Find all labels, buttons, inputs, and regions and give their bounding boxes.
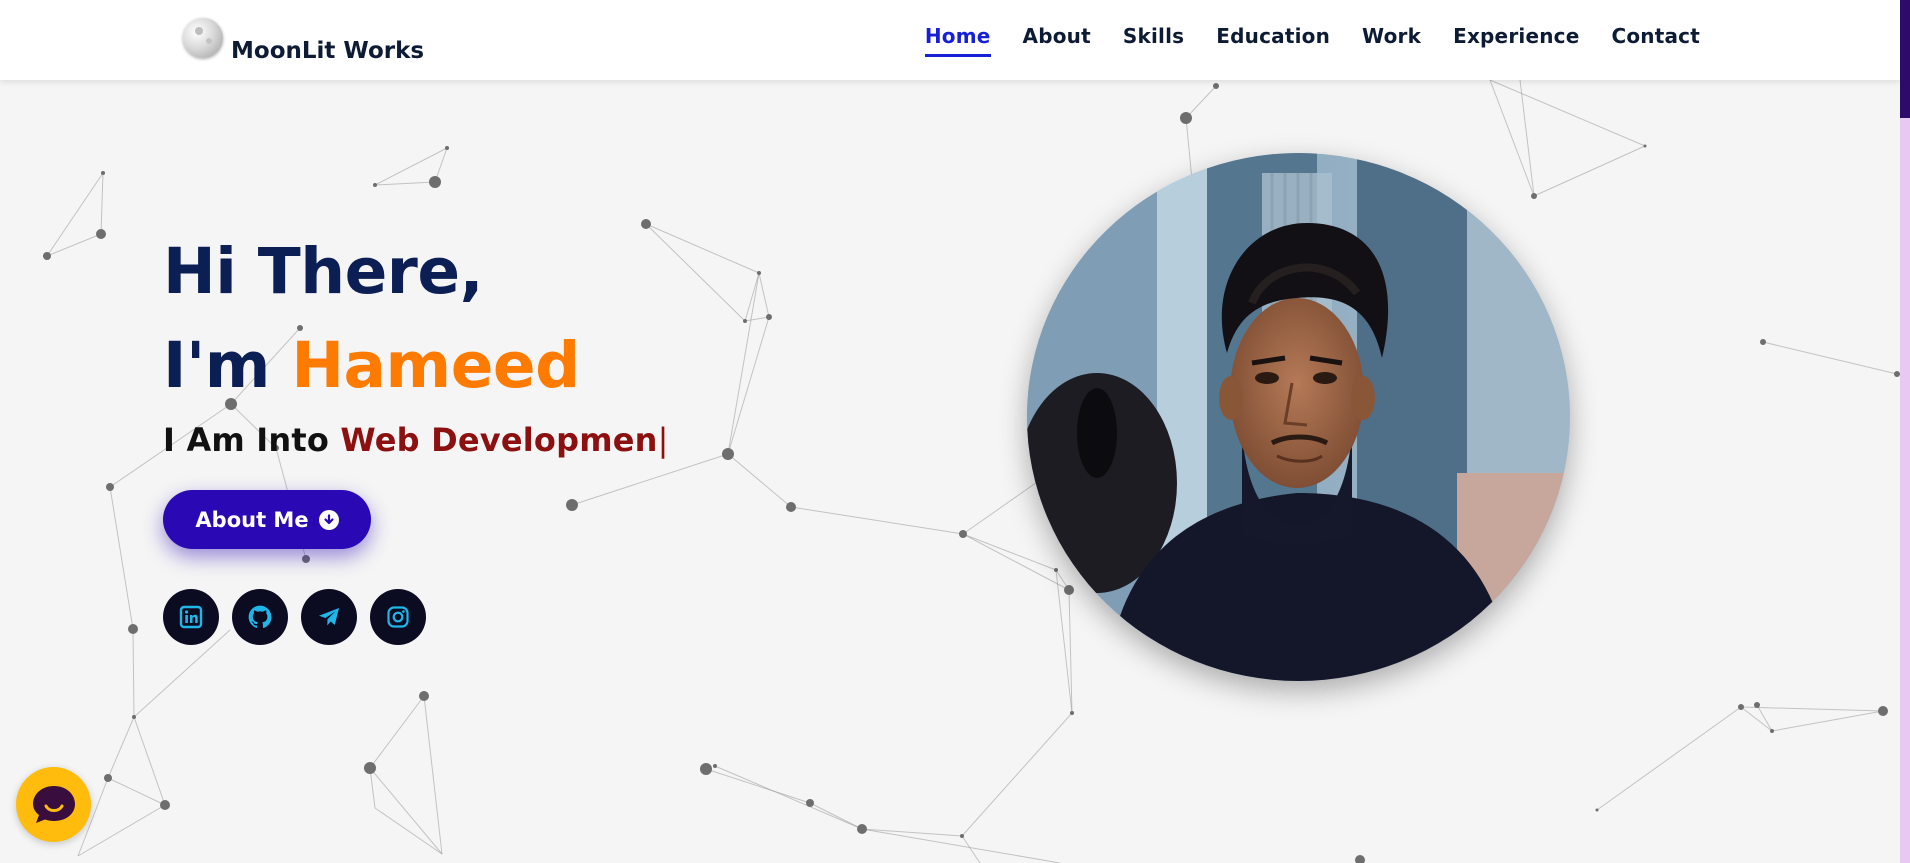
nav-work[interactable]: Work (1362, 24, 1421, 57)
nav-contact[interactable]: Contact (1611, 24, 1700, 57)
instagram-icon (387, 606, 409, 628)
github-link[interactable] (232, 589, 288, 645)
github-icon (248, 605, 272, 628)
hero-intro: Hi There, I'm Hameed I Am Into Web Devel… (163, 225, 669, 459)
telegram-icon (319, 608, 339, 626)
chat-bubble-icon (32, 785, 75, 823)
nav-about[interactable]: About (1023, 24, 1091, 57)
linkedin-icon (179, 605, 203, 629)
scrollbar-thumb[interactable] (1900, 0, 1910, 118)
typed-role-line: I Am Into Web Developmen| (163, 421, 669, 459)
arrow-down-circle-icon (318, 509, 339, 530)
about-me-label: About Me (195, 507, 309, 532)
brand-logo[interactable]: MoonLit Works (183, 14, 424, 64)
nav-skills[interactable]: Skills (1123, 24, 1184, 57)
typing-caret: | (657, 421, 669, 459)
typed-prefix: I Am Into (163, 421, 341, 459)
chat-widget-button[interactable] (16, 767, 91, 842)
instagram-link[interactable] (370, 589, 426, 645)
intro-prefix: I'm (163, 329, 292, 402)
social-links (163, 589, 426, 645)
typed-role: Web Developmen (340, 421, 658, 459)
brand-name: MoonLit Works (231, 38, 425, 64)
hero-greeting: Hi There, (163, 235, 484, 308)
hero-intro-line: I'm Hameed (163, 319, 669, 413)
site-header: MoonLit Works Home About Skills Educatio… (0, 0, 1900, 80)
particle-dots (43, 83, 1900, 863)
telegram-link[interactable] (301, 589, 357, 645)
nav-home[interactable]: Home (924, 24, 991, 57)
about-me-button[interactable]: About Me (163, 490, 371, 549)
moon-icon (183, 18, 223, 58)
nav-education[interactable]: Education (1216, 24, 1330, 57)
linkedin-link[interactable] (163, 589, 219, 645)
main-nav: Home About Skills Education Work Experie… (893, 24, 1700, 57)
profile-photo (1027, 153, 1570, 681)
scrollbar-track[interactable] (1900, 0, 1910, 863)
nav-experience[interactable]: Experience (1453, 24, 1579, 57)
particle-lines (46, 79, 1898, 863)
hero-name: Hameed (291, 329, 580, 402)
